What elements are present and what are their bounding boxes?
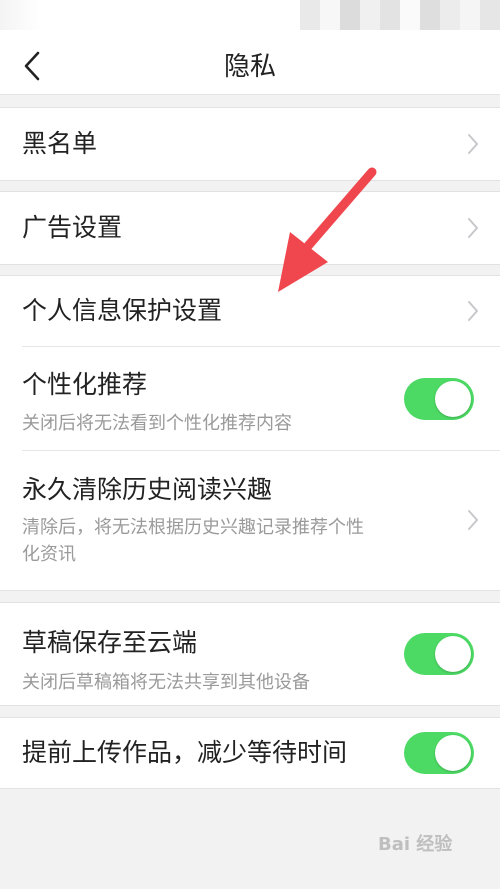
draft-cloud-item: 草稿保存至云端 关闭后草稿箱将无法共享到其他设备 [0,602,500,706]
status-bar-blur-left [0,0,40,30]
page-title: 隐私 [223,52,276,82]
watermark: Bai 经验 [378,834,453,855]
blacklist-item[interactable]: 黑名单 [0,107,500,181]
toggle-knob [435,636,471,672]
clear-history-interest-desc-line2: 化资讯 [22,544,76,565]
personal-info-protection-item[interactable]: 个人信息保护设置 [0,276,500,346]
personal-info-protection-label: 个人信息保护设置 [22,296,223,325]
nav-bar: 隐私 [0,40,500,95]
chevron-right-icon [468,218,478,238]
upload-ahead-label: 提前上传作品，减少等待时间 [22,738,348,767]
status-bar-blur-right [300,0,500,30]
annotation-arrow [278,167,377,292]
chevron-right-icon [468,134,478,154]
blacklist-label: 黑名单 [22,129,98,158]
privacy-settings-group: 个人信息保护设置 个性化推荐 关闭后将无法看到个性化推荐内容 永久清除历史阅读兴… [0,275,500,591]
clear-history-interest-item[interactable]: 永久清除历史阅读兴趣 清除后，将无法根据历史兴趣记录推荐个性 化资讯 [0,451,500,590]
ad-settings-item[interactable]: 广告设置 [0,191,500,265]
personalized-recommendation-toggle[interactable] [404,378,474,420]
upload-ahead-toggle[interactable] [404,732,474,774]
toggle-knob [435,735,471,771]
personalized-recommendation-desc: 关闭后将无法看到个性化推荐内容 [22,413,292,434]
draft-cloud-toggle[interactable] [404,633,474,675]
status-bar [0,0,500,40]
toggle-knob [435,381,471,417]
draft-cloud-desc: 关闭后草稿箱将无法共享到其他设备 [22,672,310,693]
draft-cloud-label: 草稿保存至云端 [22,628,198,657]
clear-history-interest-label: 永久清除历史阅读兴趣 [22,475,273,504]
chevron-right-icon [468,301,478,321]
clear-history-interest-desc-line1: 清除后，将无法根据历史兴趣记录推荐个性 [22,517,364,538]
personalized-recommendation-label: 个性化推荐 [22,370,148,399]
upload-ahead-item: 提前上传作品，减少等待时间 [0,717,500,789]
personalized-recommendation-item: 个性化推荐 关闭后将无法看到个性化推荐内容 [0,347,500,450]
chevron-right-icon [468,510,478,530]
ad-settings-label: 广告设置 [22,213,123,242]
